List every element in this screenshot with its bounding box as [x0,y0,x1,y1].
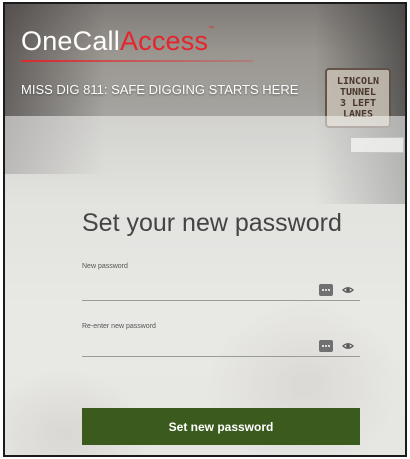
onecall-access-logo: OneCallAccess™ [21,26,214,56]
logo-text-onecall: OneCall [21,26,120,56]
street-sign-line: LINCOLN [336,76,380,87]
new-password-label: New password [82,263,128,270]
set-new-password-button[interactable]: Set new password [82,408,360,445]
logo-trademark: ™ [208,26,215,32]
reenter-password-field [82,335,360,357]
password-dots-icon[interactable] [319,340,333,352]
new-password-input[interactable] [82,279,312,299]
street-sign-line: 3 LEFT [339,98,377,109]
new-password-field [82,279,360,301]
street-sign-line: TUNNEL [339,87,377,98]
tagline: MISS DIG 811: SAFE DIGGING STARTS HERE [21,82,299,97]
eye-icon[interactable] [342,284,354,296]
page-title: Set your new password [82,209,342,237]
logo-text-access: Access [119,26,209,56]
eye-icon[interactable] [342,340,354,352]
reenter-password-input[interactable] [82,335,312,355]
reenter-password-label: Re-enter new password [82,323,156,330]
password-dots-icon[interactable] [319,284,333,296]
page-frame: LINCOLN TUNNEL 3 LEFT LANES OneCallAcces… [3,2,407,457]
logo-underline [21,60,253,62]
